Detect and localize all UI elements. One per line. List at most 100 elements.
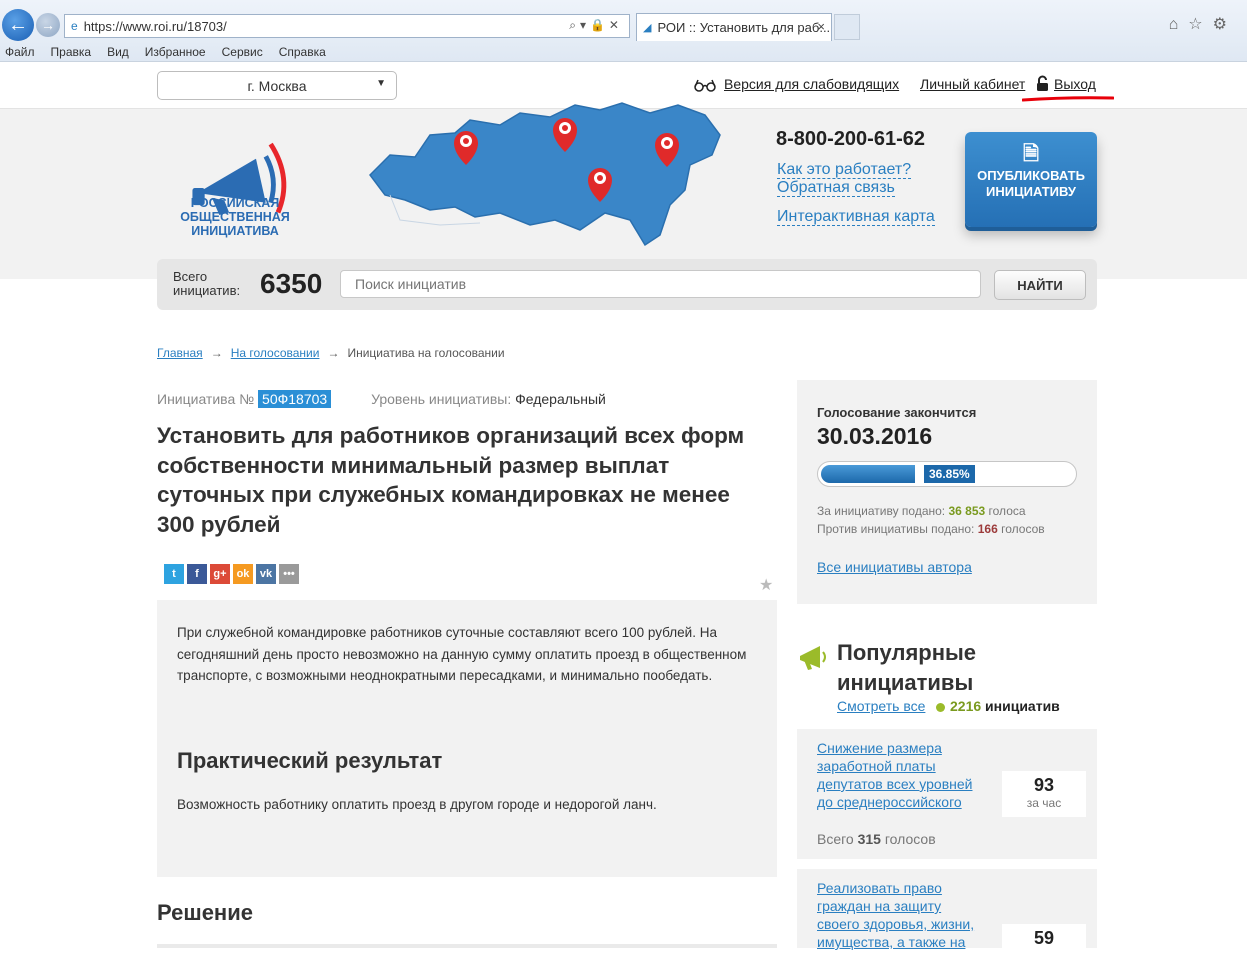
personal-cabinet-link[interactable]: Личный кабинет bbox=[920, 76, 1025, 92]
interactive-map-link[interactable]: Интерактивная карта bbox=[777, 208, 935, 226]
total-initiatives-count: 6350 bbox=[260, 268, 323, 299]
vk-icon[interactable]: vk bbox=[256, 564, 276, 584]
votes-for-unit: голоса bbox=[988, 504, 1026, 518]
total-votes: 315 bbox=[857, 831, 881, 847]
facebook-icon[interactable]: f bbox=[187, 564, 207, 584]
initiative-level: Федеральный bbox=[515, 391, 606, 407]
breadcrumb: Главная → На голосовании → Инициатива на гол… bbox=[157, 346, 505, 360]
forward-button[interactable]: → bbox=[36, 13, 60, 37]
votes-for-count: 36 853 bbox=[948, 504, 986, 518]
initiative-meta: Инициатива № 50Ф18703 Уровень инициативы… bbox=[157, 390, 606, 408]
odnoklassniki-icon[interactable]: ok bbox=[233, 564, 253, 584]
initiative-number: 50Ф18703 bbox=[258, 390, 332, 408]
popular-card: Реализовать право граждан на защиту свое… bbox=[797, 869, 1097, 954]
popular-count-number: 2216 bbox=[950, 698, 982, 714]
breadcrumb-voting[interactable]: На голосовании bbox=[231, 346, 320, 360]
initiative-title: Установить для работников организаций вс… bbox=[157, 423, 745, 537]
logo-text: РОССИЙСКАЯ ОБЩЕСТВЕННАЯ ИНИЦИАТИВА bbox=[180, 196, 290, 238]
breadcrumb-separator: → bbox=[327, 346, 340, 360]
more-icon[interactable]: ••• bbox=[279, 564, 299, 584]
publish-initiative-button[interactable]: 🗎 ОПУБЛИКОВАТЬ ИНИЦИАТИВУ bbox=[965, 132, 1097, 227]
initiative-number-label: Инициатива № bbox=[157, 391, 255, 407]
popular-count: 2216 инициатив bbox=[936, 698, 1060, 714]
browser-chrome: ← → e https://www.roi.ru/18703/ ⌕▾🔒✕ ◢ Р… bbox=[0, 0, 1247, 62]
votes-for-label: За инициативу подано: bbox=[817, 504, 946, 518]
voting-panel: Голосование закончится 30.03.2016 36.85%… bbox=[797, 380, 1097, 604]
score-number: 93 bbox=[1033, 775, 1055, 795]
menu-item[interactable]: Сервис bbox=[214, 42, 271, 62]
score-number: 59 bbox=[1033, 928, 1055, 948]
votes-against: Против инициативы подано: 166 голосов bbox=[817, 522, 1045, 536]
decision-heading: Решение bbox=[157, 900, 253, 925]
popular-card: Снижение размера заработной платы депута… bbox=[797, 729, 1097, 859]
lock-icon bbox=[1037, 75, 1048, 91]
address-url: https://www.roi.ru/18703/ bbox=[83, 18, 227, 34]
hotline-phone: 8-800-200-61-62 bbox=[776, 128, 925, 150]
chevron-down-icon: ▼ bbox=[376, 78, 386, 89]
search-input[interactable] bbox=[340, 270, 981, 298]
red-annotation-underline bbox=[1022, 96, 1114, 102]
popular-card-score: 93 за час bbox=[1002, 771, 1086, 817]
voting-progress-bar: 36.85% bbox=[817, 461, 1077, 487]
menu-item[interactable]: Файл bbox=[0, 42, 43, 62]
site-favicon-icon: ◢ bbox=[643, 22, 652, 34]
popular-card-link[interactable]: Реализовать право граждан на защиту свое… bbox=[817, 879, 987, 951]
total-label: Всего bbox=[817, 831, 854, 847]
see-all-link[interactable]: Смотреть все bbox=[837, 698, 925, 714]
total-unit: голосов bbox=[884, 831, 936, 847]
practical-result-text: Возможность работнику оплатить проезд в … bbox=[177, 797, 657, 812]
breadcrumb-home[interactable]: Главная bbox=[157, 346, 203, 360]
popular-card-link[interactable]: Снижение размера заработной платы депута… bbox=[817, 739, 987, 811]
breadcrumb-current: Инициатива на голосовании bbox=[347, 346, 505, 360]
megaphone-icon bbox=[800, 646, 826, 670]
voting-ends-date: 30.03.2016 bbox=[817, 423, 933, 449]
tab-close-icon[interactable]: × bbox=[817, 19, 825, 34]
menu-item[interactable]: Избранное bbox=[137, 42, 214, 62]
search-bar: Всего инициатив: 6350 НАЙТИ bbox=[157, 259, 1097, 310]
total-initiatives-label: Всего инициатив: bbox=[173, 269, 241, 298]
initiative-description-panel: При служебной командировке работников су… bbox=[157, 600, 777, 877]
green-dot-icon bbox=[936, 702, 945, 712]
popular-initiatives-heading: Популярные инициативы bbox=[837, 640, 977, 695]
publish-label: ОПУБЛИКОВАТЬ ИНИЦИАТИВУ bbox=[977, 168, 1085, 199]
glasses-icon bbox=[694, 79, 716, 92]
breadcrumb-separator: → bbox=[210, 346, 223, 360]
russia-map-image[interactable] bbox=[360, 95, 730, 250]
search-button[interactable]: НАЙТИ bbox=[994, 270, 1086, 300]
browser-tab[interactable]: ◢ РОИ :: Установить для раб... × bbox=[636, 13, 832, 41]
score-unit: за час bbox=[1026, 796, 1062, 810]
share-buttons: t f g+ ok vk ••• bbox=[164, 564, 299, 584]
address-bar[interactable]: e https://www.roi.ru/18703/ ⌕▾🔒✕ bbox=[64, 14, 630, 38]
popular-count-unit: инициатив bbox=[985, 698, 1060, 714]
votes-against-count: 166 bbox=[977, 522, 998, 536]
menu-bar: Файл Правка Вид Избранное Сервис Справка bbox=[0, 42, 334, 62]
how-it-works-link[interactable]: Как это работает? bbox=[777, 161, 912, 179]
accessibility-version-link[interactable]: Версия для слабовидящих bbox=[724, 76, 899, 92]
votes-for: За инициативу подано: 36 853 голоса bbox=[817, 504, 1026, 518]
menu-item[interactable]: Справка bbox=[271, 42, 334, 62]
popular-card-score: 59 bbox=[1002, 924, 1086, 954]
logout-link[interactable]: Выход bbox=[1054, 76, 1096, 92]
divider bbox=[157, 944, 777, 948]
progress-fill bbox=[821, 465, 915, 483]
votes-against-unit: голосов bbox=[1001, 522, 1045, 536]
document-icon: 🗎 bbox=[1022, 143, 1040, 165]
tab-title: РОИ :: Установить для раб... bbox=[657, 20, 831, 35]
menu-item[interactable]: Вид bbox=[99, 42, 137, 62]
browser-tools-icons[interactable]: ⌂☆⚙ bbox=[1169, 14, 1237, 34]
google-plus-icon[interactable]: g+ bbox=[210, 564, 230, 584]
author-initiatives-link[interactable]: Все инициативы автора bbox=[817, 559, 972, 575]
twitter-icon[interactable]: t bbox=[164, 564, 184, 584]
initiative-description: При служебной командировке работников су… bbox=[177, 625, 747, 683]
ie-icon: e bbox=[71, 19, 78, 33]
new-tab-button[interactable] bbox=[834, 14, 860, 40]
votes-against-label: Против инициативы подано: bbox=[817, 522, 975, 536]
favorite-star-icon[interactable]: ★ bbox=[759, 575, 773, 595]
feedback-link[interactable]: Обратная связь bbox=[777, 179, 895, 197]
menu-item[interactable]: Правка bbox=[43, 42, 100, 62]
address-tools-icon[interactable]: ⌕▾🔒✕ bbox=[569, 18, 623, 33]
city-value: г. Москва bbox=[247, 77, 307, 94]
practical-result-heading: Практический результат bbox=[177, 748, 443, 773]
initiative-level-label: Уровень инициативы: bbox=[371, 391, 512, 407]
back-button[interactable]: ← bbox=[2, 9, 34, 41]
